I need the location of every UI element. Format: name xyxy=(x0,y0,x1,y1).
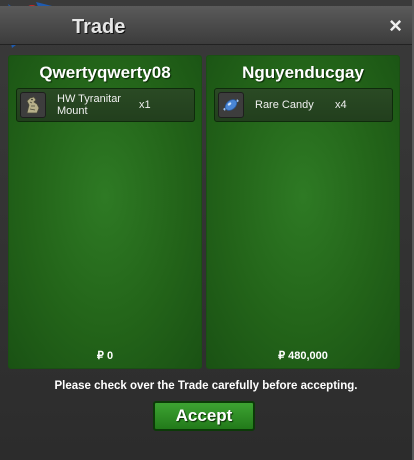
left-money: ₽ 0 xyxy=(96,350,114,362)
left-player-name: Qwertyqwerty08 xyxy=(39,63,171,82)
accept-button[interactable]: Accept xyxy=(153,401,255,431)
right-money: ₽ 480,000 xyxy=(278,350,328,362)
rare-candy-icon xyxy=(218,92,244,118)
title-bar: Trade × xyxy=(0,6,412,45)
trade-window: Trade × Qwertyqwerty08 HW Tyranitar Moun… xyxy=(0,0,414,460)
left-item-name: HW Tyranitar Mount xyxy=(57,93,121,117)
right-trade-panel: Nguyenducgay Rare Candy x4 ₽ 480,000 xyxy=(206,55,400,369)
tyranitar-mount-icon xyxy=(20,92,46,118)
left-trade-item[interactable]: HW Tyranitar Mount x1 xyxy=(16,88,195,122)
trade-notice: Please check over the Trade carefully be… xyxy=(54,380,358,392)
left-item-quantity: x1 xyxy=(139,99,151,111)
right-item-name: Rare Candy xyxy=(255,99,314,111)
close-button[interactable]: × xyxy=(389,15,402,37)
right-trade-item[interactable]: Rare Candy x4 xyxy=(214,88,393,122)
left-trade-panel: Qwertyqwerty08 HW Tyranitar Mount x1 ₽ 0 xyxy=(8,55,202,369)
right-item-quantity: x4 xyxy=(335,99,347,111)
right-player-name: Nguyenducgay xyxy=(242,63,364,82)
window-title: Trade xyxy=(72,16,126,38)
